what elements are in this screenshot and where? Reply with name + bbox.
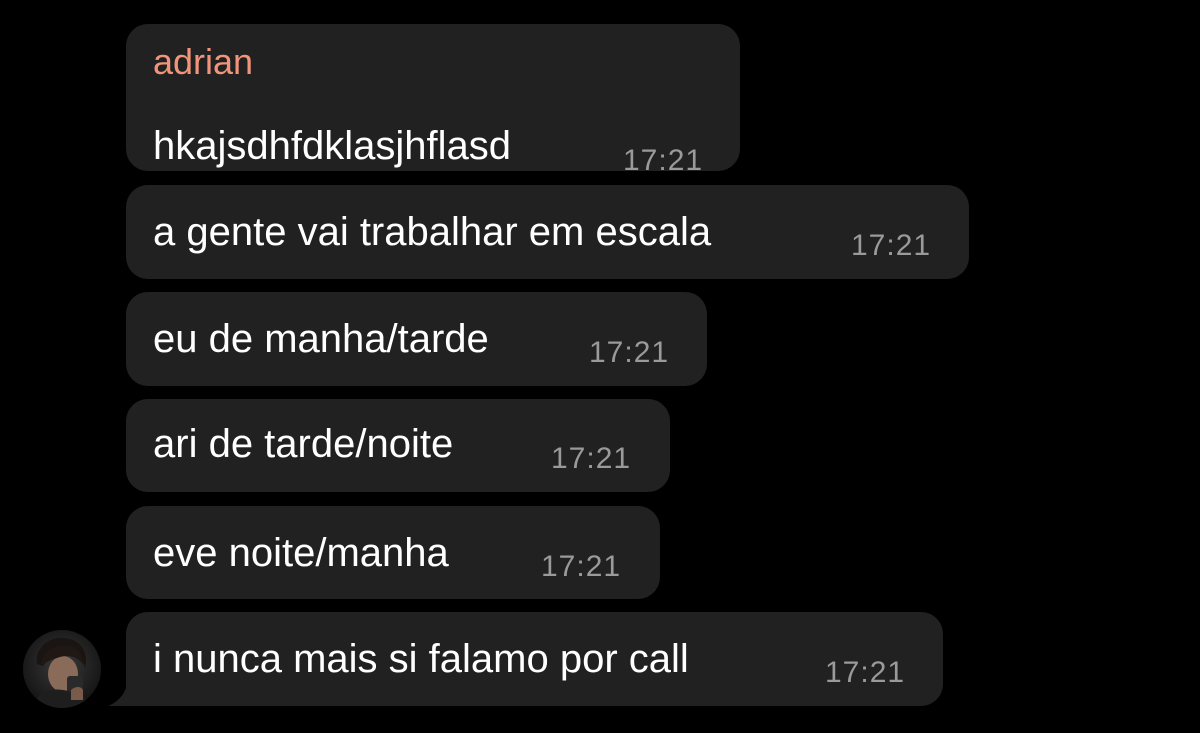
message-text: hkajsdhfdklasjhflasd [153, 124, 511, 168]
message-text: ari de tarde/noite [153, 422, 454, 466]
message-timestamp: 17:21 [851, 229, 932, 262]
message-bubble[interactable]: i nunca mais si falamo por call 17:21 [126, 612, 943, 706]
message-timestamp: 17:21 [589, 336, 670, 369]
message-bubble[interactable]: a gente vai trabalhar em escala 17:21 [126, 185, 969, 279]
sender-avatar[interactable] [23, 630, 101, 708]
message-timestamp: 17:21 [551, 442, 632, 475]
message-text: eu de manha/tarde [153, 317, 489, 361]
chat-message-list[interactable]: adrian hkajsdhfdklasjhflasd 17:21 a gent… [0, 0, 1200, 733]
user-photo-avatar-icon [23, 630, 101, 708]
sender-name[interactable]: adrian [153, 40, 253, 84]
message-timestamp: 17:21 [825, 656, 906, 689]
message-bubble[interactable]: ari de tarde/noite 17:21 [126, 399, 670, 492]
message-bubble[interactable]: adrian hkajsdhfdklasjhflasd 17:21 [126, 24, 740, 177]
message-bubble[interactable]: eu de manha/tarde 17:21 [126, 292, 707, 386]
message-text: eve noite/manha [153, 531, 449, 575]
message-text: a gente vai trabalhar em escala [153, 210, 712, 254]
message-timestamp: 17:21 [623, 144, 704, 177]
message-bubble[interactable]: eve noite/manha 17:21 [126, 506, 660, 599]
message-timestamp: 17:21 [541, 550, 622, 583]
message-text: i nunca mais si falamo por call [153, 637, 689, 681]
